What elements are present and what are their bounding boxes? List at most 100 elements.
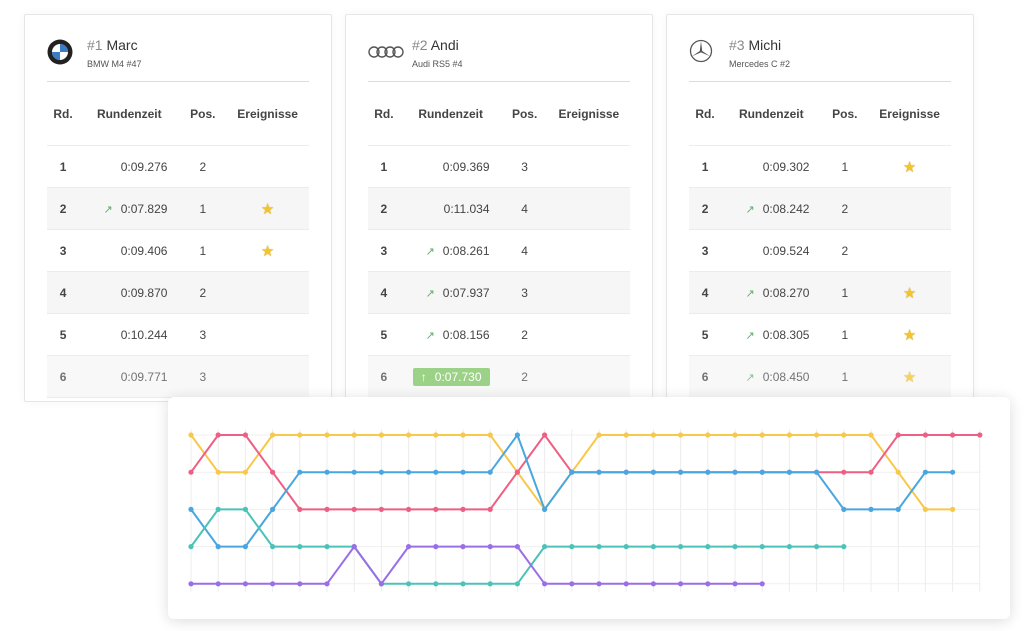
bmw-logo-icon (47, 39, 75, 67)
series-point-3 (841, 544, 847, 550)
lap-position: 3 (501, 271, 548, 314)
lap-time-value: 0:09.369 (442, 159, 490, 174)
lap-events (226, 271, 309, 314)
series-point-2 (650, 469, 656, 475)
header-time: Rundenzeit (418, 107, 483, 121)
trend-up-icon: ↗ (103, 203, 113, 216)
lap-row: 4 ↗ 0:08.270 1 ★ (689, 271, 951, 314)
lap-time-value: 0:08.261 (442, 243, 490, 258)
star-icon: ★ (902, 158, 917, 176)
series-point-2 (542, 506, 548, 512)
lap-position: 1 (821, 271, 869, 314)
trend-up-icon: ↗ (745, 371, 755, 384)
series-point-3 (814, 544, 820, 550)
series-point-1 (977, 432, 983, 438)
lap-number: 6 (368, 355, 400, 397)
card-header: #2 Andi Audi RS5 #4 (368, 37, 630, 81)
lap-events (226, 313, 309, 356)
series-point-2 (596, 469, 602, 475)
lap-events (547, 271, 630, 314)
series-point-2 (433, 469, 439, 475)
series-point-0 (378, 432, 384, 438)
series-point-2 (623, 469, 629, 475)
header-events: Ereignisse (237, 107, 298, 121)
lap-number: 1 (47, 145, 80, 188)
series-point-2 (868, 506, 874, 512)
lap-events (547, 187, 630, 230)
series-point-2 (841, 506, 847, 512)
series-point-4 (542, 581, 548, 587)
lap-position: 4 (501, 229, 548, 272)
series-point-1 (460, 506, 466, 512)
series-point-3 (786, 544, 793, 550)
lap-time: 0:11.034 (399, 187, 502, 230)
lap-time: ↗ 0:08.156 (399, 313, 502, 356)
series-point-3 (569, 544, 575, 550)
star-icon: ★ (902, 284, 917, 302)
header-pos: Pos. (511, 107, 538, 121)
series-point-0 (814, 432, 820, 438)
lap-row: 2 0:11.034 4 (368, 187, 630, 230)
driver-title: #3 Michi (729, 37, 781, 53)
series-point-2 (460, 469, 466, 475)
lap-number: 6 (689, 355, 722, 397)
series-point-1 (868, 469, 874, 475)
lap-row: 6 ↑ 0:07.730 2 (368, 355, 630, 397)
star-icon: ★ (902, 326, 917, 344)
series-point-1 (242, 432, 248, 438)
lap-position: 3 (179, 355, 227, 398)
series-point-2 (514, 432, 520, 438)
card-header: #3 Michi Mercedes C #2 (689, 37, 951, 81)
lap-events (868, 229, 951, 272)
driver-card-andi: #2 Andi Audi RS5 #4 Rd. Rundenzeit Pos. Ereig… (345, 14, 653, 402)
series-point-4 (270, 581, 276, 587)
driver-name: Marc (102, 37, 138, 53)
series-point-1 (514, 469, 520, 475)
star-icon: ★ (902, 368, 917, 386)
lap-time: ↗ 0:08.261 (399, 229, 502, 272)
series-point-3 (623, 544, 629, 550)
series-point-4 (705, 581, 711, 587)
series-point-1 (215, 432, 221, 438)
divider (689, 81, 951, 82)
lap-events: ★ (868, 145, 951, 188)
series-point-1 (351, 506, 357, 512)
lap-number: 4 (689, 271, 722, 314)
series-point-0 (242, 469, 248, 475)
lap-row: 6 ↗ 0:08.450 1 ★ (689, 355, 951, 397)
series-point-1 (841, 469, 847, 475)
series-point-1 (895, 432, 901, 438)
driver-title: #1 Marc (87, 37, 138, 53)
series-point-0 (868, 432, 874, 438)
lap-row: 6 0:09.771 3 (47, 355, 309, 398)
lap-number: 5 (368, 313, 400, 356)
series-point-2 (678, 469, 684, 475)
lap-number: 6 (47, 355, 80, 398)
lap-position: 2 (821, 187, 869, 230)
series-point-0 (351, 432, 357, 438)
lap-position: 1 (821, 313, 869, 356)
series-line-4 (191, 545, 763, 585)
lap-number: 3 (689, 229, 722, 272)
series-point-3 (732, 544, 738, 550)
header-events: Ereignisse (558, 107, 620, 121)
series-point-4 (759, 581, 765, 587)
lap-time: 0:09.302 (721, 145, 822, 188)
lap-number: 7 (47, 397, 80, 401)
header-time: Rundenzeit (96, 107, 162, 121)
series-point-2 (188, 506, 194, 512)
position-chart (188, 429, 983, 592)
lap-events: ★ (226, 187, 309, 230)
lap-events: ★ (868, 355, 951, 397)
series-point-0 (895, 469, 901, 475)
lap-row: 1 0:09.302 1 ★ (689, 145, 951, 188)
lap-row: 2 ↗ 0:07.829 1 ★ (47, 187, 309, 230)
series-point-2 (569, 469, 575, 475)
lap-events (547, 355, 630, 397)
lap-time-value: 0:08.305 (762, 327, 810, 342)
series-point-2 (378, 469, 384, 475)
lap-row: 4 ↗ 0:07.937 3 (368, 271, 630, 314)
series-point-2 (814, 469, 820, 475)
series-point-3 (433, 581, 439, 587)
lap-time-value: 0:09.276 (120, 159, 168, 174)
